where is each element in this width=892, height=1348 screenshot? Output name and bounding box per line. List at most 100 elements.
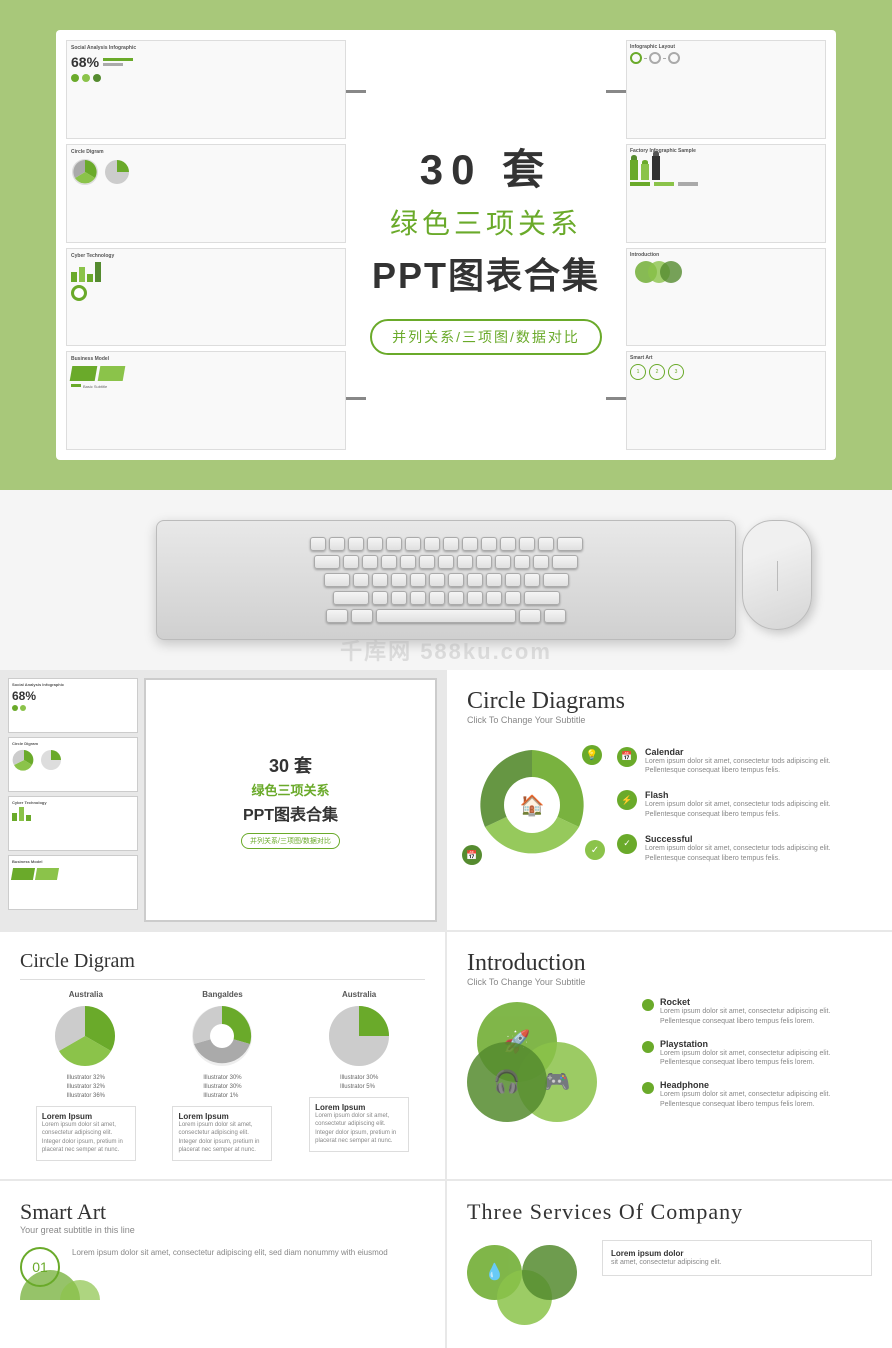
key bbox=[448, 573, 464, 587]
mouse-image bbox=[742, 520, 832, 640]
key bbox=[467, 573, 483, 587]
pie1-label: Australia bbox=[69, 990, 103, 999]
panel-introduction: Introduction Click To Change Your Subtit… bbox=[447, 932, 892, 1179]
panel-smart-art: Smart Art Your great subtitle in this li… bbox=[0, 1181, 445, 1348]
key bbox=[391, 591, 407, 605]
key bbox=[424, 537, 440, 551]
key bbox=[505, 573, 521, 587]
smart-item1-desc: Lorem ipsum dolor sit amet, consectetur … bbox=[72, 1247, 388, 1258]
intro-item2-desc: Lorem ipsum dolor sit amet, consectetur … bbox=[660, 1049, 872, 1069]
key bbox=[381, 555, 397, 569]
mouse-line bbox=[777, 561, 778, 591]
key-row-3 bbox=[324, 573, 569, 587]
key bbox=[443, 537, 459, 551]
key-alt-l bbox=[351, 609, 373, 623]
key bbox=[386, 537, 402, 551]
smart-art-subtitle: Your great subtitle in this line bbox=[20, 1225, 425, 1235]
key bbox=[486, 573, 502, 587]
mouse-body bbox=[742, 520, 812, 630]
key-row-2 bbox=[314, 555, 578, 569]
key bbox=[462, 537, 478, 551]
key bbox=[367, 537, 383, 551]
pie3-label: Australia bbox=[342, 990, 376, 999]
hero-left-thumbs: Social Analysis Infographic 68% Circle D… bbox=[66, 40, 346, 450]
key bbox=[524, 573, 540, 587]
cd-item1-desc: Lorem ipsum dolor sit amet, consectetur … bbox=[645, 757, 872, 777]
key bbox=[419, 555, 435, 569]
cover-zh: 绿色三项关系 bbox=[251, 780, 329, 799]
key-row-4 bbox=[333, 591, 560, 605]
pie1-box-title: Lorem Ipsum bbox=[42, 1112, 130, 1121]
key bbox=[495, 555, 511, 569]
key bbox=[362, 555, 378, 569]
intro-item1-title: Rocket bbox=[660, 997, 872, 1007]
thumb-cyber-tech[interactable]: Cyber Technology bbox=[66, 248, 346, 347]
key bbox=[476, 555, 492, 569]
key bbox=[391, 573, 407, 587]
pie2-box-title: Lorem Ipsum bbox=[178, 1112, 266, 1121]
hero-right-thumbs: Infographic Layout Factory Infographic S… bbox=[626, 40, 826, 450]
cd-item1-title: Calendar bbox=[645, 747, 872, 757]
intro-item3-title: Headphone bbox=[660, 1080, 872, 1090]
cd-item3-title: Successful bbox=[645, 834, 872, 844]
smart-art-title: Smart Art bbox=[20, 1199, 425, 1225]
intro-item2-title: Playstation bbox=[660, 1039, 872, 1049]
keyboard-image bbox=[156, 520, 736, 640]
intro-item1-desc: Lorem ipsum dolor sit amet, consectetur … bbox=[660, 1007, 872, 1027]
key-enter2 bbox=[543, 573, 569, 587]
key bbox=[400, 555, 416, 569]
key-ctrl-l bbox=[326, 609, 348, 623]
key bbox=[538, 537, 554, 551]
thumb-introduction[interactable]: Introduction bbox=[626, 248, 826, 347]
center-badge: 并列关系/三项图/数据对比 bbox=[370, 319, 602, 355]
pie3-box-desc: Lorem ipsum dolor sit amet, consectetur … bbox=[315, 1112, 403, 1146]
key-space bbox=[376, 609, 516, 623]
key bbox=[329, 537, 345, 551]
hero-section: Social Analysis Infographic 68% Circle D… bbox=[0, 0, 892, 490]
panel-three-services: Three Services Of Company 💧 Lorem ipsum … bbox=[447, 1181, 892, 1348]
cd-item2-title: Flash bbox=[645, 790, 872, 800]
thumb-infographic-layout[interactable]: Infographic Layout bbox=[626, 40, 826, 139]
center-title-zh: 绿色三项关系 bbox=[390, 202, 582, 242]
pie1-box-desc: Lorem ipsum dolor sit amet, consectetur … bbox=[42, 1121, 130, 1155]
cover-num: 30 套 bbox=[269, 752, 312, 778]
pie2-box-desc: Lorem ipsum dolor sit amet, consectetur … bbox=[178, 1121, 266, 1155]
key-enter bbox=[552, 555, 578, 569]
key bbox=[514, 555, 530, 569]
thumb-social-analysis[interactable]: Social Analysis Infographic 68% bbox=[66, 40, 346, 139]
thumb-business-model[interactable]: Business Model Basic Subtitle bbox=[66, 351, 346, 450]
cover-badge: 并列关系/三项图/数据对比 bbox=[241, 833, 340, 849]
key bbox=[410, 573, 426, 587]
key bbox=[533, 555, 549, 569]
key bbox=[505, 591, 521, 605]
thumb-circle-digram[interactable]: Circle Digram bbox=[66, 144, 346, 243]
hero-center: 30 套 绿色三项关系 PPT图表合集 并列关系/三项图/数据对比 bbox=[346, 40, 626, 450]
key-ctrl-r bbox=[544, 609, 566, 623]
key-caps bbox=[324, 573, 350, 587]
svg-text:🏠: 🏠 bbox=[520, 794, 545, 817]
key-row-1 bbox=[310, 537, 583, 551]
key bbox=[372, 573, 388, 587]
panel-circle-digram: Circle Digram Australia Illustrator 32%I… bbox=[0, 932, 445, 1179]
key bbox=[429, 573, 445, 587]
hero-inner-frame: Social Analysis Infographic 68% Circle D… bbox=[56, 30, 836, 460]
thumb-factory-infographic[interactable]: Factory Infographic Sample bbox=[626, 144, 826, 243]
key bbox=[457, 555, 473, 569]
key bbox=[353, 573, 369, 587]
key-alt-r bbox=[519, 609, 541, 623]
key bbox=[481, 537, 497, 551]
key-backspace bbox=[557, 537, 583, 551]
key bbox=[519, 537, 535, 551]
key-shift-r bbox=[524, 591, 560, 605]
key bbox=[343, 555, 359, 569]
intro-subtitle: Click To Change Your Subtitle bbox=[467, 977, 872, 987]
key bbox=[500, 537, 516, 551]
keyboard-body bbox=[156, 520, 736, 640]
thumb-smart-art[interactable]: Smart Art 1 2 3 bbox=[626, 351, 826, 450]
key bbox=[372, 591, 388, 605]
cd-item3-desc: Lorem ipsum dolor sit amet, consectetur … bbox=[645, 844, 872, 864]
service-box-title: Lorem ipsum dolor bbox=[611, 1249, 863, 1258]
circle-diagrams-title: Circle Diagrams bbox=[467, 688, 872, 715]
panel-cover-preview: Social Analysis Infographic 68% Circle D… bbox=[0, 670, 445, 930]
pie3-box-title: Lorem Ipsum bbox=[315, 1103, 403, 1112]
